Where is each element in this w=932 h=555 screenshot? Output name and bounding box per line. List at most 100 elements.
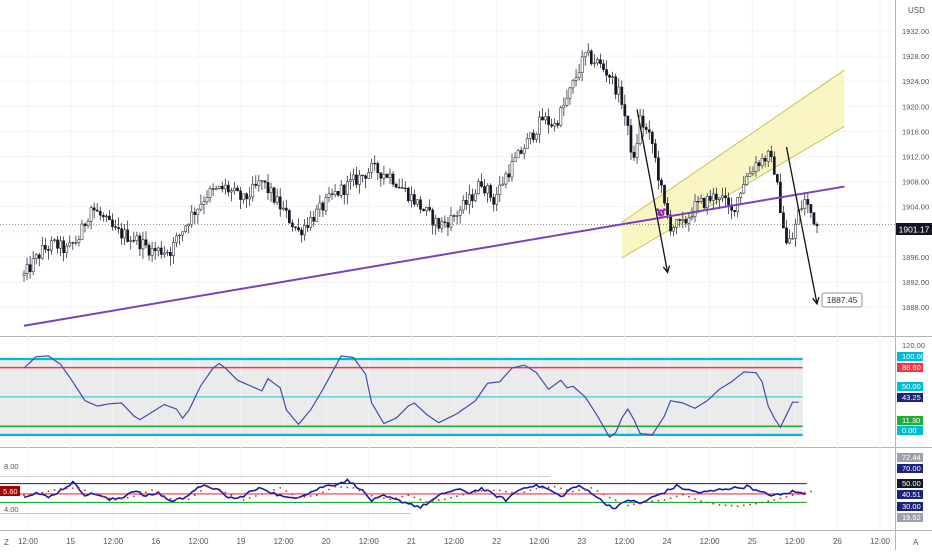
candle-body <box>669 214 672 232</box>
candle-body <box>742 184 746 194</box>
candle-body <box>525 138 529 150</box>
chart-canvas[interactable]: 1888.001892.001896.001900.001904.001908.… <box>0 0 932 550</box>
auto-scale-label[interactable]: A <box>913 538 919 547</box>
candle-body <box>416 199 419 205</box>
candle-body <box>394 183 398 188</box>
rsi-dot <box>767 500 770 503</box>
candle-body <box>492 197 496 205</box>
candle-body <box>321 202 325 211</box>
candle-body <box>220 185 224 190</box>
currency-label: USD <box>908 6 925 15</box>
osc-label-11: 11.30 <box>902 416 920 425</box>
candle-body <box>172 242 175 257</box>
candle-body <box>309 216 313 228</box>
timezone-label[interactable]: Z <box>4 538 9 547</box>
candle-body <box>550 124 553 127</box>
candle-body <box>516 150 520 159</box>
candle-body <box>791 238 794 240</box>
rsi-dot <box>322 491 324 494</box>
rsi-dot <box>712 502 715 505</box>
candle-body <box>266 182 270 194</box>
osc-label-100: 100.00 <box>902 352 925 361</box>
candle-body <box>663 184 666 204</box>
candle-body <box>745 176 749 185</box>
candle-body <box>718 197 721 200</box>
rsi-dot <box>785 495 788 498</box>
candle-body <box>794 223 797 239</box>
rsi-dot <box>29 493 31 496</box>
time-axis-tick: 12:00 <box>188 537 209 546</box>
candle-body <box>806 199 810 205</box>
candle-body <box>410 194 413 202</box>
candle-body <box>303 225 306 236</box>
candle-body <box>647 129 651 133</box>
candle-body <box>31 258 35 272</box>
rsi-dot <box>389 498 391 501</box>
rsi-label-30: 30.00 <box>902 502 921 511</box>
rsi-dot <box>370 494 373 497</box>
rsi-dot <box>620 502 623 504</box>
candle-body <box>193 211 197 215</box>
rsi-dot <box>529 489 532 492</box>
candle-body <box>809 204 813 213</box>
candle-body <box>312 216 316 222</box>
candle-body <box>419 199 422 210</box>
candle-body <box>358 174 361 185</box>
rsi-dot <box>35 492 38 495</box>
candle-body <box>211 188 215 190</box>
candle-body <box>144 239 148 246</box>
candle-body <box>455 215 459 217</box>
time-axis-tick: 15 <box>66 537 75 546</box>
rsi-dot <box>340 486 343 488</box>
candle-body <box>449 215 453 228</box>
candle-body <box>400 187 404 189</box>
rsi-dot <box>407 494 410 497</box>
candle-body <box>214 188 218 190</box>
candle-body <box>281 207 285 210</box>
candle-body <box>769 150 773 157</box>
candle-body <box>318 202 322 210</box>
rsi-dot <box>614 499 617 502</box>
candle-body <box>349 179 352 182</box>
candle-body <box>687 217 691 224</box>
rsi-dot <box>633 503 635 506</box>
rsi-dot <box>193 494 196 497</box>
candle-body <box>486 185 489 194</box>
rsi-dot <box>65 487 68 490</box>
candle-body <box>510 161 514 178</box>
candle-body <box>772 156 776 175</box>
candle-body <box>782 212 785 229</box>
candle-body <box>339 184 343 196</box>
candle-body <box>589 50 593 65</box>
candle-body <box>413 194 416 205</box>
candle-body <box>556 123 560 126</box>
candle-body <box>333 191 337 195</box>
candle-body <box>727 197 730 206</box>
candle-body <box>629 125 633 153</box>
candle-body <box>724 195 727 199</box>
osc-axis-tick-120: 120.00 <box>902 341 925 350</box>
rsi-dot <box>681 493 684 496</box>
trading-chart[interactable]: 1888.001892.001896.001900.001904.001908.… <box>0 0 932 550</box>
candle-body <box>635 143 639 158</box>
time-axis-tick: 23 <box>577 537 586 546</box>
candle-body <box>461 199 465 211</box>
time-axis-tick: 12:00 <box>18 537 39 546</box>
candle-body <box>138 235 142 250</box>
candle-body <box>25 264 29 274</box>
candle-body <box>364 175 367 179</box>
candle-body <box>291 222 294 228</box>
candle-body <box>28 264 32 272</box>
candle-body <box>498 184 502 195</box>
price-axis-tick: 1924.00 <box>902 77 929 86</box>
candle-body <box>739 192 743 198</box>
time-axis-tick: 12:00 <box>103 537 124 546</box>
rsi-dot <box>779 497 782 500</box>
rsi-dot <box>175 498 178 500</box>
candle-body <box>541 116 544 121</box>
rsi-dot <box>462 493 465 496</box>
candle-body <box>477 181 480 195</box>
candle-body <box>56 239 59 249</box>
osc-label-current: 43.25 <box>902 393 921 402</box>
rsi-dot <box>480 490 483 492</box>
